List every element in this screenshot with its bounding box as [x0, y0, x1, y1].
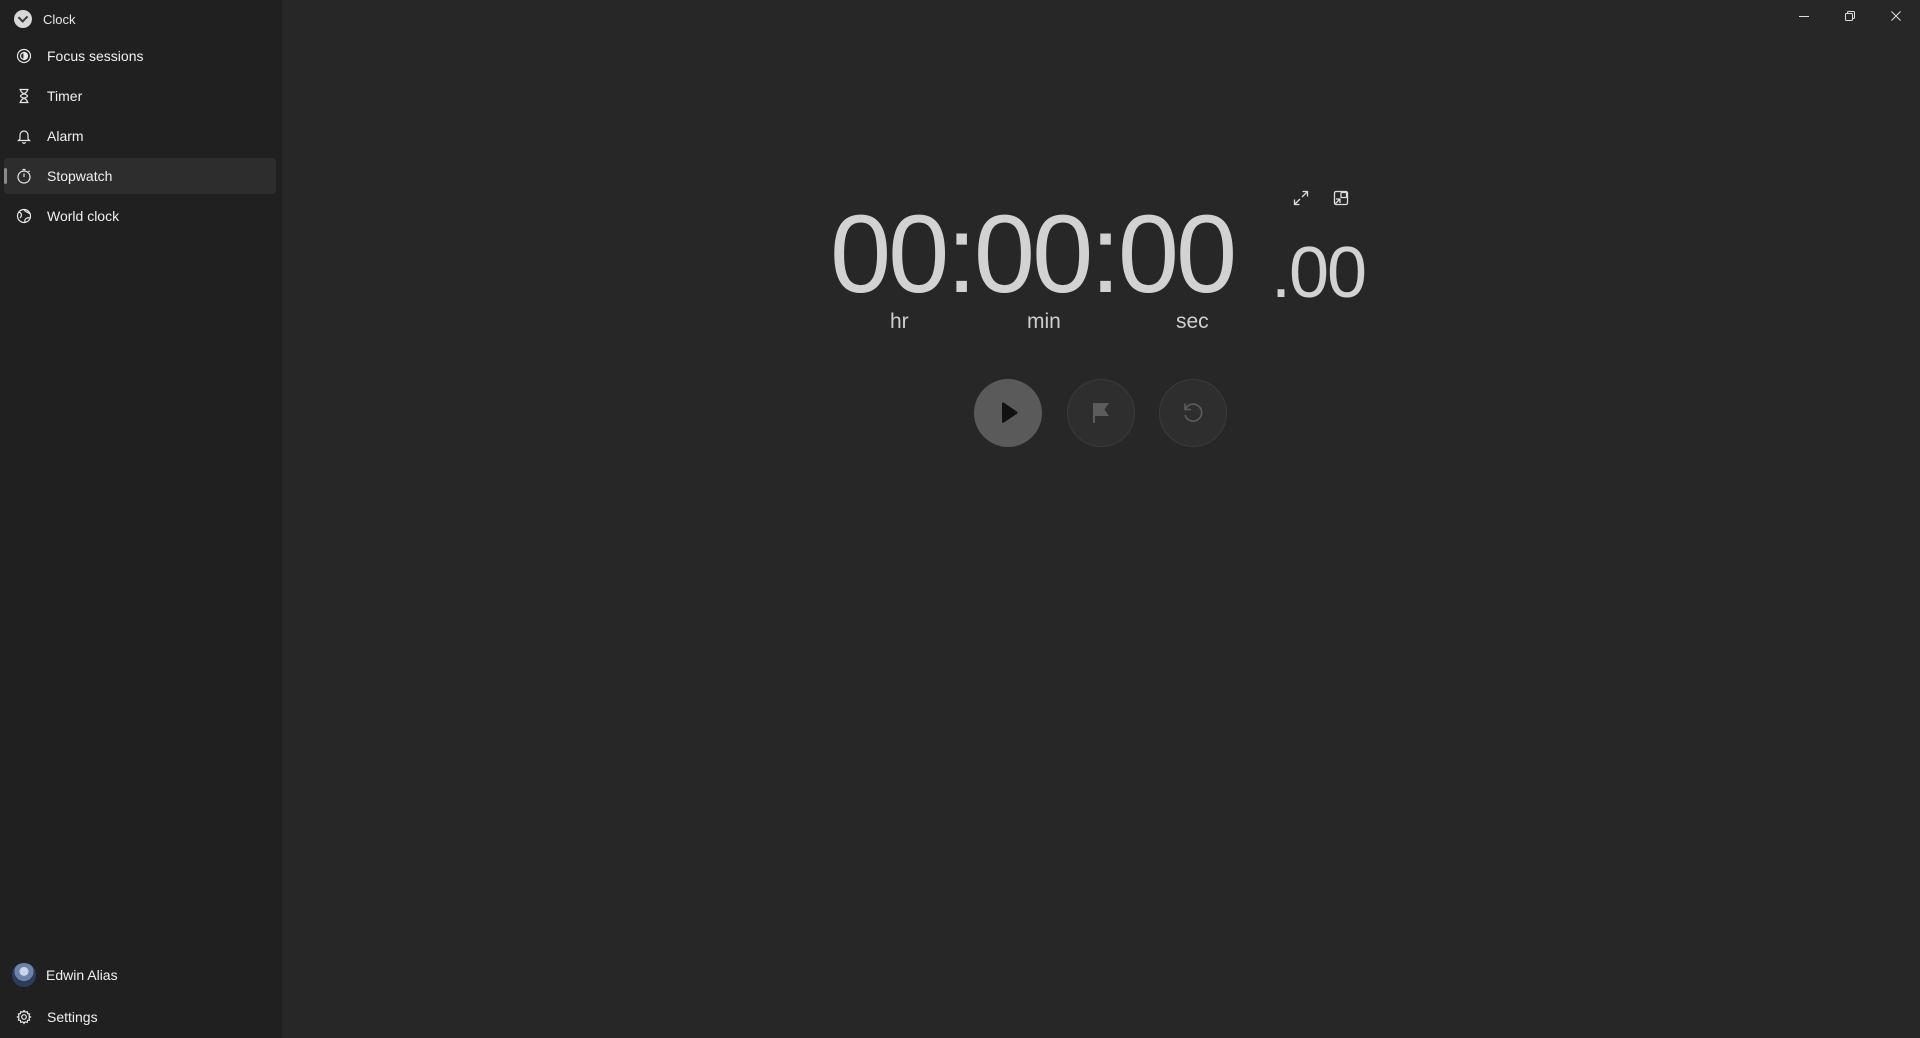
app-title: Clock	[43, 11, 76, 27]
nav-list: Focus sessions Timer Alarm Stopwatch Wor…	[4, 38, 276, 238]
sidebar: Clock Focus sessions Timer Alarm Stopwat…	[0, 0, 282, 1038]
minimize-icon	[1799, 16, 1809, 17]
start-button[interactable]	[974, 379, 1042, 447]
sidebar-item-label: Timer	[47, 88, 83, 104]
restore-button[interactable]	[1827, 0, 1873, 32]
sidebar-item-settings[interactable]: Settings	[16, 1005, 98, 1029]
sidebar-item-label: Alarm	[47, 128, 84, 144]
play-icon	[1002, 402, 1018, 423]
stopwatch-icon	[16, 168, 32, 184]
app-title-bar: Clock	[14, 9, 76, 29]
minutes-label: min	[1027, 310, 1061, 333]
sidebar-item-alarm[interactable]: Alarm	[4, 118, 276, 154]
lap-button[interactable]	[1067, 379, 1135, 447]
clock-app-window: Clock Focus sessions Timer Alarm Stopwat…	[0, 0, 1920, 1038]
close-icon	[1891, 11, 1901, 21]
expand-button[interactable]	[1291, 188, 1311, 208]
minimize-button[interactable]	[1781, 0, 1827, 32]
clock-app-icon	[14, 10, 32, 28]
globe-icon	[16, 208, 32, 224]
profile-name: Edwin Alias	[46, 967, 118, 983]
profile-button[interactable]: Edwin Alias	[12, 962, 118, 988]
sidebar-item-label: Stopwatch	[47, 168, 113, 184]
gear-icon	[16, 1009, 32, 1025]
compact-overlay-button[interactable]	[1331, 188, 1351, 208]
settings-label: Settings	[47, 1009, 98, 1025]
restore-icon	[1845, 11, 1855, 21]
reset-button[interactable]	[1159, 379, 1227, 447]
sidebar-item-world-clock[interactable]: World clock	[4, 198, 276, 234]
sidebar-item-label: Focus sessions	[47, 48, 144, 64]
avatar	[12, 963, 36, 987]
seconds-label: sec	[1176, 310, 1209, 333]
sidebar-item-timer[interactable]: Timer	[4, 78, 276, 114]
hours-label: hr	[890, 310, 909, 333]
hourglass-icon	[16, 88, 32, 104]
sidebar-item-stopwatch[interactable]: Stopwatch	[4, 158, 276, 194]
sidebar-item-focus-sessions[interactable]: Focus sessions	[4, 38, 276, 74]
elapsed-time: 00:00:00	[830, 193, 1237, 316]
flag-icon	[1093, 403, 1109, 423]
sidebar-item-label: World clock	[47, 208, 120, 224]
close-button[interactable]	[1873, 0, 1919, 32]
reset-icon	[1184, 403, 1203, 422]
focus-icon	[16, 48, 32, 64]
expand-icon	[1293, 190, 1309, 206]
stopwatch-display: 00:00:00 .00 hr min sec	[830, 190, 1370, 350]
bell-icon	[16, 128, 32, 144]
elapsed-hundredths: .00	[1271, 233, 1367, 313]
compact-overlay-icon	[1333, 190, 1349, 206]
